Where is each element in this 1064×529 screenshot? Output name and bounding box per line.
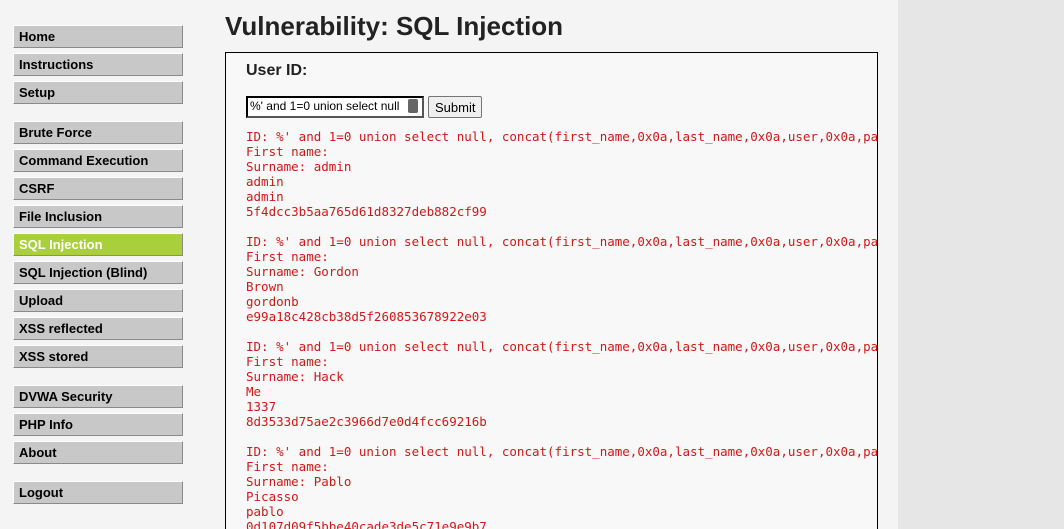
result-first-name: First name: [246, 459, 329, 474]
menu-group-info: DVWA Security PHP Info About [13, 385, 183, 464]
result-extra-line: Picasso [246, 489, 299, 504]
result-block: ID: %' and 1=0 union select null, concat… [246, 444, 878, 529]
result-id-line: ID: %' and 1=0 union select null, concat… [246, 129, 878, 144]
menu-item-sql-injection[interactable]: SQL Injection [13, 233, 183, 256]
result-id-line: ID: %' and 1=0 union select null, concat… [246, 444, 878, 459]
sidebar-menu: Home Instructions Setup Brute Force Comm… [13, 25, 183, 521]
right-gutter [898, 0, 1064, 529]
result-block: ID: %' and 1=0 union select null, concat… [246, 129, 878, 219]
result-extra-line: Me [246, 384, 262, 399]
menu-item-upload[interactable]: Upload [13, 289, 183, 312]
result-extra-line: admin [246, 189, 284, 204]
result-first-name: First name: [246, 354, 329, 369]
menu-item-logout[interactable]: Logout [13, 481, 183, 504]
result-extra-line: gordonb [246, 294, 299, 309]
user-id-input[interactable]: %' and 1=0 union select null [246, 96, 424, 118]
submit-button[interactable]: Submit [428, 96, 483, 118]
result-extra-line: 5f4dcc3b5aa765d61d8327deb882cf99 [246, 204, 487, 219]
menu-item-command-execution[interactable]: Command Execution [13, 149, 183, 172]
result-block: ID: %' and 1=0 union select null, concat… [246, 234, 878, 324]
query-results: ID: %' and 1=0 union select null, concat… [246, 129, 878, 529]
menu-item-about[interactable]: About [13, 441, 183, 464]
content-panel: User ID: %' and 1=0 union select null Su… [225, 52, 878, 529]
menu-item-xss-reflected[interactable]: XSS reflected [13, 317, 183, 340]
result-id-line: ID: %' and 1=0 union select null, concat… [246, 339, 878, 354]
user-id-form: %' and 1=0 union select null Submit [246, 96, 483, 118]
menu-item-sql-injection-blind[interactable]: SQL Injection (Blind) [13, 261, 183, 284]
result-extra-line: Brown [246, 279, 284, 294]
result-id-line: ID: %' and 1=0 union select null, concat… [246, 234, 878, 249]
user-id-label: User ID: [246, 62, 308, 79]
menu-item-setup[interactable]: Setup [13, 81, 183, 104]
menu-group-vulnerabilities: Brute Force Command Execution CSRF File … [13, 121, 183, 368]
result-first-name: First name: [246, 144, 329, 159]
menu-item-csrf[interactable]: CSRF [13, 177, 183, 200]
menu-item-dvwa-security[interactable]: DVWA Security [13, 385, 183, 408]
result-surname: Surname: Hack [246, 369, 344, 384]
result-extra-line: pablo [246, 504, 284, 519]
menu-item-xss-stored[interactable]: XSS stored [13, 345, 183, 368]
result-extra-line: admin [246, 174, 284, 189]
result-first-name: First name: [246, 249, 329, 264]
menu-item-php-info[interactable]: PHP Info [13, 413, 183, 436]
menu-item-brute-force[interactable]: Brute Force [13, 121, 183, 144]
menu-item-instructions[interactable]: Instructions [13, 53, 183, 76]
result-surname: Surname: Gordon [246, 264, 359, 279]
user-id-input-value: %' and 1=0 union select null [250, 99, 400, 113]
result-extra-line: e99a18c428cb38d5f260853678922e03 [246, 309, 487, 324]
result-extra-line: 0d107d09f5bbe40cade3de5c71e9e9b7 [246, 519, 487, 529]
input-autofill-icon[interactable] [408, 99, 418, 113]
menu-group-session: Logout [13, 481, 183, 504]
result-block: ID: %' and 1=0 union select null, concat… [246, 339, 878, 429]
result-surname: Surname: Pablo [246, 474, 352, 489]
result-extra-line: 1337 [246, 399, 277, 414]
result-extra-line: 8d3533d75ae2c3966d7e0d4fcc69216b [246, 414, 487, 429]
menu-item-file-inclusion[interactable]: File Inclusion [13, 205, 183, 228]
menu-item-home[interactable]: Home [13, 25, 183, 48]
result-surname: Surname: admin [246, 159, 352, 174]
menu-group-general: Home Instructions Setup [13, 25, 183, 104]
page: Home Instructions Setup Brute Force Comm… [0, 0, 1064, 529]
page-title: Vulnerability: SQL Injection [225, 11, 564, 41]
